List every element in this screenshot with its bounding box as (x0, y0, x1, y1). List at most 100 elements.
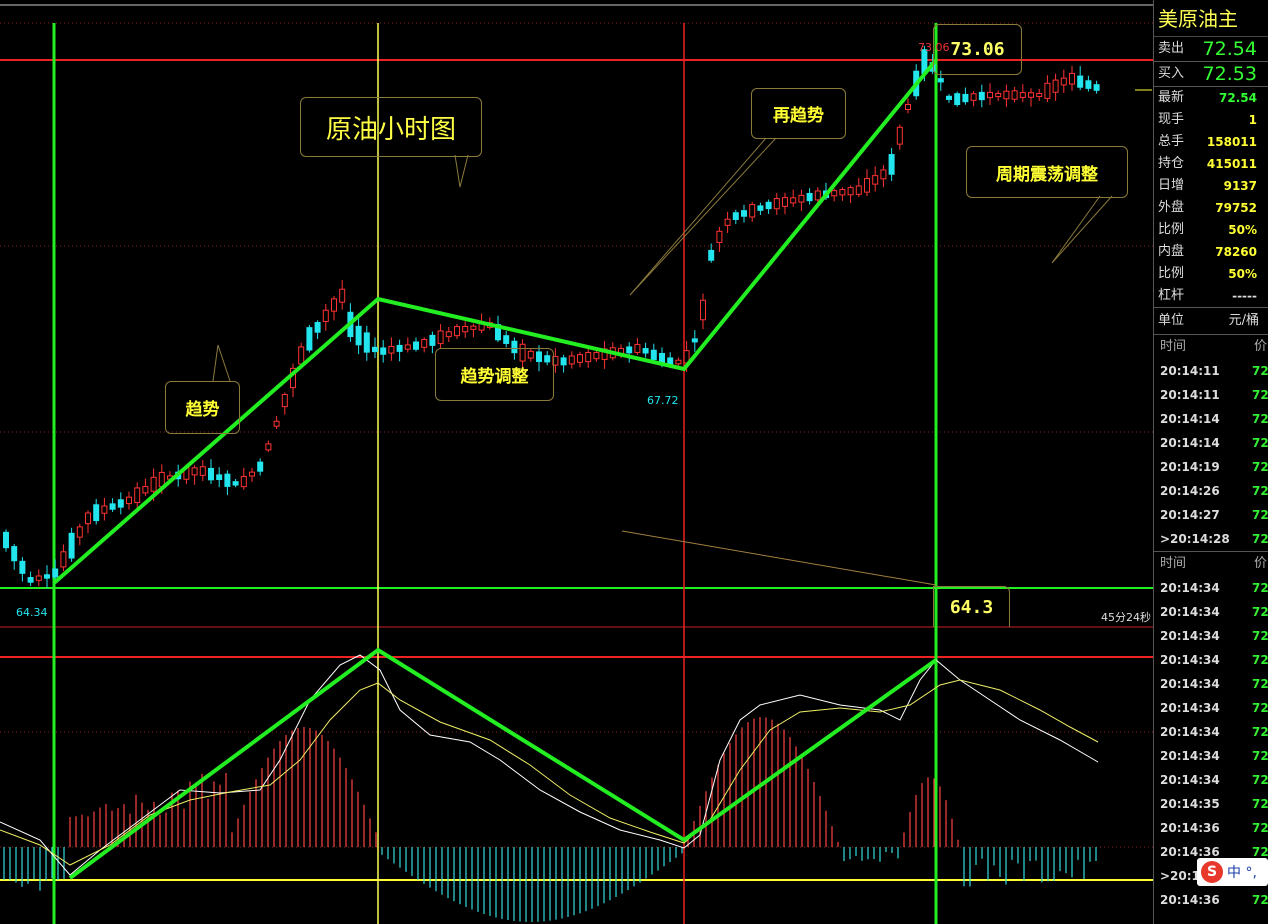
tick-time: 20:14:35 (1160, 797, 1220, 811)
tick-time: 20:14:34 (1160, 629, 1220, 643)
candle-body (1069, 72, 1075, 85)
candle-body (60, 551, 67, 568)
stat-value: 72.54 (1219, 91, 1257, 105)
unit-row: 单位 元/桶 (1154, 307, 1268, 334)
candle-body (1011, 90, 1018, 100)
sell-label: 卖出 (1158, 41, 1185, 56)
candle-body (1044, 82, 1051, 99)
tick-row: >20:14:28 72 (1154, 527, 1268, 551)
candle-body (281, 394, 288, 408)
tick-price: 72 (1252, 605, 1268, 619)
candle-body (462, 326, 469, 333)
candle-body (249, 471, 255, 477)
ime-toolbar[interactable]: S 中 °, (1197, 858, 1268, 886)
stat-value: ----- (1232, 289, 1257, 303)
candle-body (27, 577, 34, 583)
tick-time: 20:14:34 (1160, 773, 1220, 787)
candle-body (650, 349, 657, 361)
tick-time: 20:14:34 (1160, 725, 1220, 739)
buy-label: 买入 (1158, 66, 1185, 81)
stat-label: 最新 (1158, 90, 1185, 105)
top-price-box-text: 73.06 (950, 39, 1005, 60)
candle-body (404, 344, 411, 350)
buy-row: 买入 72.53 (1154, 61, 1268, 86)
unit-value: 元/桶 (1228, 313, 1259, 328)
tick-row: 20:14:11 72 (1154, 383, 1268, 407)
tick-time: 20:14:11 (1160, 388, 1220, 402)
tick-time: 20:14:26 (1160, 484, 1220, 498)
candle-body (396, 344, 403, 352)
tick-time: 20:14:19 (1160, 460, 1220, 474)
sell-row: 卖出 72.54 (1154, 37, 1268, 61)
tick-time: 20:14:34 (1160, 581, 1220, 595)
candle-body (798, 194, 805, 203)
candle-body (593, 352, 600, 360)
adjust-callout: 趋势调整 (435, 348, 554, 401)
unit-label: 单位 (1158, 313, 1185, 328)
candle-body (1036, 92, 1043, 98)
candle-body (970, 93, 977, 101)
candle-body (126, 496, 132, 505)
candle-body (937, 78, 944, 83)
candle-body (560, 357, 567, 366)
candle-body (363, 332, 370, 353)
tick-row: 20:14:36 72 (1154, 888, 1268, 912)
candle-body (1060, 77, 1067, 86)
tick-row: 20:14:34 72 (1154, 744, 1268, 768)
tick-price: 72 (1252, 701, 1268, 715)
candle-body (1077, 75, 1084, 88)
title-callout-text: 原油小时图 (325, 114, 456, 145)
candle-body (716, 230, 723, 243)
candle-body (199, 466, 206, 476)
tick-price: 72 (1252, 460, 1268, 474)
candle-body (109, 503, 116, 510)
stat-label: 外盘 (1158, 200, 1185, 215)
candle-body (76, 526, 83, 538)
instrument-title[interactable]: 美原油主 (1154, 0, 1268, 37)
tick-time: 20:14:34 (1160, 605, 1220, 619)
candle-body (454, 326, 460, 337)
bottom-price-box: 64.3 (933, 586, 1010, 627)
candle-body (954, 93, 961, 106)
callout-pointer-cycle (1051, 195, 1113, 264)
tick-row: 20:14:34 72 (1154, 672, 1268, 696)
callout-pointer-title (454, 154, 469, 188)
candle-body (814, 190, 821, 201)
tick-row: 20:14:26 72 (1154, 479, 1268, 503)
candle-body (675, 359, 682, 365)
candle-body (765, 201, 772, 210)
cycle-callout: 周期震荡调整 (966, 146, 1128, 198)
candle-body (298, 346, 305, 365)
mid-low-price-label: 67.72 (647, 394, 679, 407)
candle-body (85, 512, 91, 525)
ime-logo-icon[interactable]: S (1201, 861, 1223, 883)
candle-body (831, 190, 838, 197)
candle-body (1052, 79, 1059, 93)
candle-body (855, 185, 862, 195)
price-chart[interactable]: 73.06 64.34 67.72 45分24秒 (0, 0, 1153, 924)
candle-body (331, 298, 337, 312)
candle-body (946, 95, 952, 100)
stat-row: 杠杆 ----- (1154, 285, 1268, 307)
adjust-callout-text: 趋势调整 (460, 367, 529, 387)
candle-body (117, 499, 124, 508)
candle-body (847, 187, 854, 196)
tick-time: 20:14:34 (1160, 701, 1220, 715)
ime-mode-text[interactable]: 中 °, (1227, 862, 1257, 882)
stat-value: 78260 (1215, 245, 1257, 259)
candle-body (44, 574, 50, 579)
trend-line-indicator (68, 647, 938, 880)
tick-price: 72 (1252, 532, 1268, 546)
stat-row: 比例 50% (1154, 263, 1268, 285)
tick-price: 72 (1252, 484, 1268, 498)
candle-body (995, 92, 1002, 98)
candle-body (437, 330, 444, 345)
candle-body (577, 354, 583, 363)
candle-body (978, 91, 985, 101)
tick-price: 72 (1252, 436, 1268, 450)
candle-body (634, 343, 641, 353)
stat-row: 总手 158011 (1154, 131, 1268, 153)
tick-list-1[interactable]: 20:14:11 72 20:14:11 72 20:14:14 72 20:14:14 72… (1154, 359, 1268, 551)
stats-list: 最新 72.54 现手 1 总手 158011 持仓 415011 日增 9137 外盘 79752 比… (1154, 86, 1268, 307)
top-price-box: 73.06 (933, 24, 1022, 75)
